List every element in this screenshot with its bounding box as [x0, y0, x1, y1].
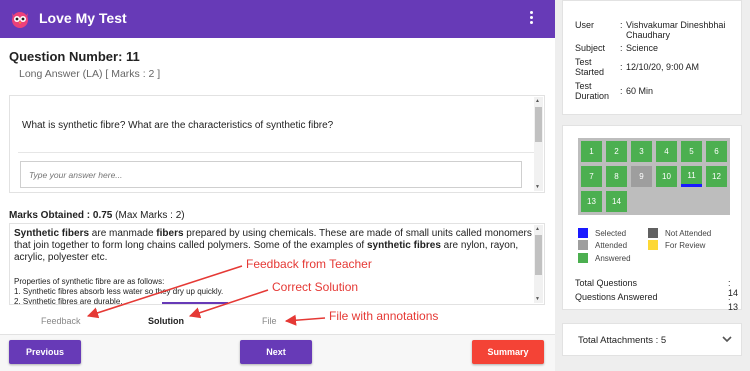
- question-grid: 1 2 3 4 5 6 7 8 9 10 11 12 13 14: [578, 138, 730, 215]
- scroll-down-icon[interactable]: ▼: [535, 184, 540, 190]
- tab-feedback[interactable]: Feedback: [41, 316, 81, 326]
- chevron-down-icon[interactable]: [721, 333, 733, 345]
- arrow-file: [284, 314, 326, 326]
- app-bar: Love My Test: [0, 0, 555, 38]
- annotation-solution: Correct Solution: [272, 280, 359, 294]
- info-label: User: [575, 20, 595, 30]
- info-value: 60 Min: [626, 86, 654, 96]
- app-title: Love My Test: [39, 10, 127, 26]
- question-cell[interactable]: 5: [681, 141, 702, 162]
- solution-scrollbar[interactable]: ▲ ▼: [534, 225, 543, 303]
- divider: [18, 152, 534, 153]
- test-info-card: User : Vishvakumar Dineshbhai Chaudhary …: [562, 0, 742, 115]
- scroll-up-icon[interactable]: ▲: [535, 98, 540, 104]
- legend-for-review-swatch: [648, 240, 658, 250]
- info-value: Science: [626, 43, 659, 53]
- question-cell[interactable]: 6: [706, 141, 727, 162]
- info-value: Vishvakumar Dineshbhai Chaudhary: [626, 20, 726, 40]
- question-cell[interactable]: 2: [606, 141, 627, 162]
- question-cell[interactable]: 12: [706, 166, 727, 187]
- tab-file[interactable]: File: [262, 316, 277, 326]
- solution-bold: Synthetic fibers: [14, 228, 90, 239]
- info-colon: :: [620, 86, 623, 96]
- solution-bold: synthetic fibres: [366, 240, 441, 251]
- property-item: 2. Synthetic fibres are durable.: [14, 297, 123, 305]
- info-value: 12/10/20, 9:00 AM: [626, 62, 700, 72]
- legend-attended-swatch: [578, 240, 588, 250]
- tab-indicator: [162, 302, 228, 304]
- previous-button[interactable]: Previous: [9, 340, 81, 364]
- annotation-file: File with annotations: [329, 309, 439, 323]
- question-cell[interactable]: 7: [581, 166, 602, 187]
- next-button[interactable]: Next: [240, 340, 312, 364]
- info-colon: :: [620, 43, 623, 53]
- question-scrollbar[interactable]: ▲ ▼: [534, 97, 543, 191]
- legend-selected-swatch: [578, 228, 588, 238]
- question-cell[interactable]: 9: [631, 166, 652, 187]
- question-cell[interactable]: 8: [606, 166, 627, 187]
- info-colon: :: [620, 20, 623, 30]
- marks-obtained: Marks Obtained : 0.75 (Max Marks : 2): [9, 210, 185, 221]
- answer-input[interactable]: [20, 161, 522, 188]
- annotation-feedback: Feedback from Teacher: [246, 257, 372, 271]
- question-cell[interactable]: 11: [681, 166, 702, 187]
- solution-bold: fibers: [156, 228, 184, 239]
- question-box: What is synthetic fibre? What are the ch…: [9, 95, 545, 193]
- marks-label: Marks Obtained : 0.75: [9, 210, 113, 221]
- info-label: Test Started: [575, 57, 605, 77]
- max-marks: (Max Marks : 2): [115, 210, 185, 221]
- owl-logo-icon: [12, 12, 28, 28]
- question-type: Long Answer (LA) [ Marks : 2 ]: [19, 68, 161, 80]
- scroll-up-icon[interactable]: ▲: [535, 226, 540, 232]
- attachments-card[interactable]: Total Attachments : 5: [562, 323, 742, 356]
- question-cell[interactable]: 10: [656, 166, 677, 187]
- info-label: Subject: [575, 43, 606, 53]
- more-vert-icon[interactable]: [524, 9, 538, 29]
- question-cell[interactable]: 4: [656, 141, 677, 162]
- scroll-down-icon[interactable]: ▼: [535, 296, 540, 302]
- questions-answered-label: Questions Answered: [575, 292, 658, 302]
- question-cell[interactable]: 14: [606, 191, 627, 212]
- legend-attended: Attended: [595, 241, 628, 250]
- scroll-thumb[interactable]: [535, 107, 542, 142]
- question-cell[interactable]: 1: [581, 141, 602, 162]
- question-palette-card: 1 2 3 4 5 6 7 8 9 10 11 12 13 14 Selected Not Attende…: [562, 125, 742, 312]
- tab-solution[interactable]: Solution: [148, 316, 184, 326]
- legend-selected: Selected: [595, 229, 627, 238]
- legend-answered: Answered: [595, 254, 631, 263]
- total-questions: Total Questions : 14: [575, 278, 738, 298]
- legend-not-attended: Not Attended: [665, 229, 712, 238]
- summary-button[interactable]: Summary: [472, 340, 544, 364]
- legend-answered-swatch: [578, 253, 588, 263]
- scroll-thumb[interactable]: [535, 235, 542, 275]
- question-number: Question Number: 11: [9, 49, 140, 64]
- attachments-label: Total Attachments : 5: [578, 335, 667, 346]
- legend-not-attended-swatch: [648, 228, 658, 238]
- legend-for-review: For Review: [665, 241, 706, 250]
- question-text: What is synthetic fibre? What are the ch…: [22, 120, 334, 131]
- questions-answered: Questions Answered : 13: [575, 292, 738, 312]
- questions-answered-value: : 13: [728, 292, 739, 312]
- total-questions-label: Total Questions: [575, 278, 638, 288]
- info-colon: :: [620, 62, 623, 72]
- question-cell[interactable]: 3: [631, 141, 652, 162]
- question-cell[interactable]: 13: [581, 191, 602, 212]
- solution-text: are manmade: [89, 228, 157, 239]
- question-panel: Love My Test Question Number: 11 Long An…: [0, 0, 555, 371]
- info-label: Test Duration: [575, 81, 610, 101]
